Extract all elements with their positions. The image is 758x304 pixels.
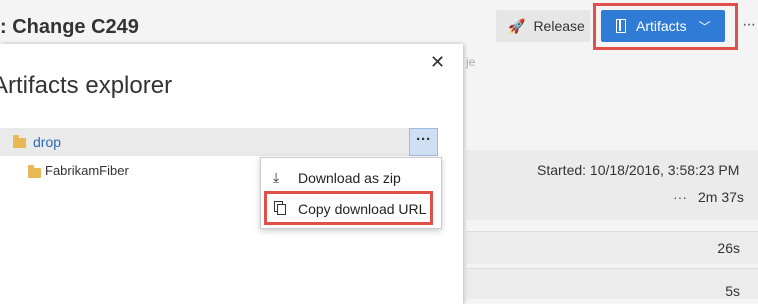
page-title: : Change C249 bbox=[0, 16, 139, 38]
menu-item-download-zip[interactable]: ⤓ Download as zip bbox=[261, 164, 439, 192]
folder-icon bbox=[28, 165, 41, 178]
download-icon: ⤓ bbox=[273, 169, 280, 185]
tree-item-drop[interactable]: drop ··· bbox=[0, 128, 438, 156]
menu-item-label: Download as zip bbox=[298, 170, 401, 186]
artifact-icon bbox=[616, 19, 626, 33]
close-icon[interactable]: ✕ bbox=[430, 52, 445, 73]
timeline-row[interactable]: 5s bbox=[466, 268, 758, 299]
build-summary-band bbox=[466, 150, 758, 220]
row-duration: 26s bbox=[717, 240, 740, 256]
panel-title: Artifacts explorer bbox=[0, 72, 173, 99]
background-partial-text: je bbox=[466, 55, 476, 69]
more-actions-button[interactable]: ··· bbox=[742, 16, 756, 34]
release-button[interactable]: 🚀 Release bbox=[496, 10, 590, 42]
row-duration: 5s bbox=[725, 283, 740, 299]
tree-item-label: drop bbox=[33, 134, 62, 150]
rocket-icon: 🚀 bbox=[508, 17, 526, 34]
duration-dots-icon: ··· bbox=[673, 189, 687, 205]
release-button-label: Release bbox=[533, 18, 585, 34]
artifacts-button[interactable]: Artifacts ﹀ bbox=[601, 10, 725, 42]
tree-item-fabrikamfiber[interactable]: FabrikamFiber bbox=[45, 163, 129, 178]
build-duration: 2m 37s bbox=[698, 189, 744, 205]
chevron-down-icon: ﹀ bbox=[698, 19, 711, 34]
started-timestamp: Started: 10/18/2016, 3:58:23 PM bbox=[537, 162, 740, 178]
artifacts-button-label: Artifacts bbox=[636, 18, 687, 34]
timeline-row[interactable]: 26s bbox=[466, 231, 758, 264]
item-more-button[interactable]: ··· bbox=[409, 128, 438, 156]
copy-url-highlight-box bbox=[264, 191, 433, 225]
folder-icon bbox=[13, 135, 26, 148]
